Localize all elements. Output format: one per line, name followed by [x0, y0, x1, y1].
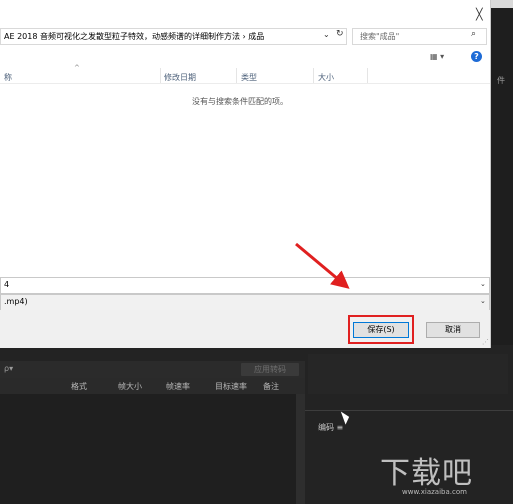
- filename-field[interactable]: [0, 277, 490, 294]
- refresh-icon[interactable]: ↻: [336, 29, 344, 39]
- column-divider[interactable]: [160, 68, 161, 83]
- help-icon[interactable]: ?: [471, 51, 482, 62]
- column-target-rate: 目标速率: [215, 382, 247, 391]
- menu-icon[interactable]: ≡: [337, 423, 344, 432]
- encode-search-icon[interactable]: ρ▾: [4, 364, 13, 373]
- address-path[interactable]: AE 2018 音频可视化之发散型粒子特效，动感频谱的详细制作方法 › 成品: [4, 31, 264, 42]
- background-right-panel: [490, 8, 513, 353]
- column-name[interactable]: 称: [4, 72, 12, 83]
- chevron-down-icon[interactable]: ⌄: [480, 280, 486, 288]
- filetype-select[interactable]: [0, 294, 490, 311]
- apply-transcode-button[interactable]: 应用转码: [241, 363, 299, 376]
- column-type[interactable]: 类型: [241, 72, 257, 83]
- column-size[interactable]: 大小: [318, 72, 334, 83]
- dialog-footer: [0, 310, 490, 348]
- close-icon[interactable]: ╳: [476, 8, 483, 21]
- cancel-button[interactable]: 取消: [426, 322, 480, 338]
- search-placeholder: 搜索"成品": [360, 32, 400, 41]
- encode-queue-list[interactable]: [0, 394, 296, 504]
- watermark-logo: 下载吧: [380, 456, 473, 491]
- encode-column-header: 格式 帧大小 帧速率 目标速率 备注: [0, 378, 305, 394]
- encode-scrollbar[interactable]: [296, 394, 305, 504]
- resize-grip-icon[interactable]: ⋰: [482, 338, 489, 346]
- chevron-down-icon[interactable]: ⌄: [480, 297, 486, 305]
- encode-label: 编码 ≡: [318, 423, 344, 432]
- search-icon[interactable]: ⌕: [471, 29, 476, 39]
- view-options-icon[interactable]: ▦ ▾: [430, 52, 444, 61]
- column-notes: 备注: [263, 382, 279, 391]
- chevron-down-icon[interactable]: ⌄: [323, 30, 330, 39]
- empty-message: 没有与搜索条件匹配的项。: [192, 97, 288, 106]
- watermark-url: www.xiazaiba.com: [402, 488, 467, 496]
- panel-divider: [305, 410, 513, 411]
- column-frame-size: 帧大小: [118, 382, 142, 391]
- column-format: 格式: [71, 382, 87, 391]
- column-divider[interactable]: [236, 68, 237, 83]
- preview-panel: [308, 354, 508, 394]
- background-right-text: 件: [497, 76, 505, 85]
- filetype-value[interactable]: .mp4): [4, 297, 28, 306]
- filename-value[interactable]: 4: [4, 280, 9, 289]
- save-button[interactable]: 保存(S): [353, 322, 409, 338]
- column-divider[interactable]: [367, 68, 368, 83]
- column-frame-rate: 帧速率: [166, 382, 190, 391]
- column-modified[interactable]: 修改日期: [164, 72, 196, 83]
- column-divider[interactable]: [313, 68, 314, 83]
- sort-caret-icon: ^: [74, 64, 80, 72]
